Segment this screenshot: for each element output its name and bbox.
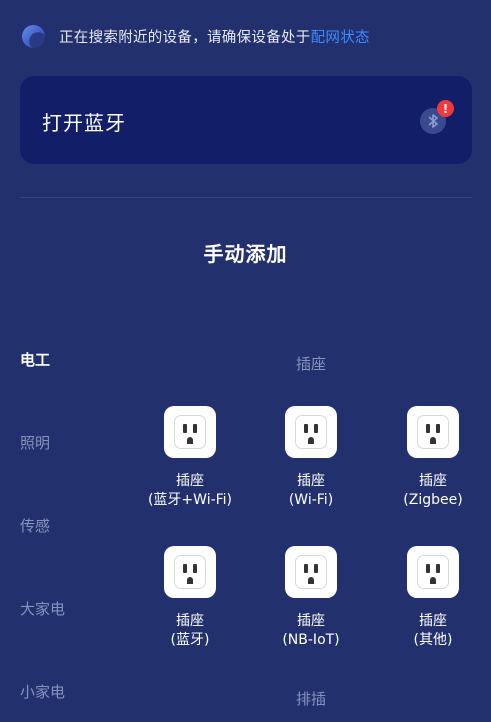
device-name: 插座 <box>176 613 204 629</box>
category-sensor[interactable]: 传感 <box>20 515 50 536</box>
search-status-text: 正在搜索附近的设备，请确保设备处于配网状态 <box>59 26 370 47</box>
socket-icon <box>164 406 216 458</box>
device-name: 插座 <box>419 473 447 489</box>
device-socket-zigbee[interactable]: 插座 (Zigbee) <box>368 406 491 510</box>
device-socket-bt-wifi[interactable]: 插座 (蓝牙+Wi-Fi) <box>125 406 255 510</box>
category-large-appliance[interactable]: 大家电 <box>20 598 65 619</box>
device-socket-nbiot[interactable]: 插座 (NB-IoT) <box>246 546 376 650</box>
device-protocol: (Wi-Fi) <box>288 492 334 508</box>
search-status-bar: 正在搜索附近的设备，请确保设备处于配网状态 <box>22 22 370 50</box>
device-name: 插座 <box>297 613 325 629</box>
socket-icon <box>407 406 459 458</box>
category-electrical[interactable]: 电工 <box>20 349 50 370</box>
device-protocol: (蓝牙) <box>170 632 210 648</box>
device-protocol: (其他) <box>413 632 453 648</box>
status-message: 正在搜索附近的设备，请确保设备处于 <box>59 29 311 46</box>
open-bluetooth-label: 打开蓝牙 <box>42 111 126 135</box>
category-lighting[interactable]: 照明 <box>20 432 50 453</box>
device-name: 插座 <box>419 613 447 629</box>
device-socket-bt[interactable]: 插座 (蓝牙) <box>125 546 255 650</box>
device-socket-wifi[interactable]: 插座 (Wi-Fi) <box>246 406 376 510</box>
device-socket-other[interactable]: 插座 (其他) <box>368 546 491 650</box>
alert-badge-icon: ! <box>437 100 454 117</box>
socket-icon <box>285 406 337 458</box>
group-title-power-strip: 排插 <box>295 690 326 708</box>
device-protocol: (Zigbee) <box>403 492 463 508</box>
device-name: 插座 <box>297 473 325 489</box>
open-bluetooth-card[interactable]: 打开蓝牙 ! <box>20 76 472 164</box>
manual-add-title: 手动添加 <box>203 242 288 266</box>
device-name: 插座 <box>176 473 204 489</box>
group-title-socket: 插座 <box>295 355 326 373</box>
device-protocol: (蓝牙+Wi-Fi) <box>147 492 233 508</box>
socket-icon <box>407 546 459 598</box>
socket-icon <box>285 546 337 598</box>
device-protocol: (NB-IoT) <box>282 632 340 648</box>
network-mode-link[interactable]: 配网状态 <box>311 30 370 46</box>
category-small-appliance[interactable]: 小家电 <box>20 681 65 702</box>
socket-icon <box>164 546 216 598</box>
divider <box>20 197 472 198</box>
loading-spinner-icon <box>22 24 45 48</box>
